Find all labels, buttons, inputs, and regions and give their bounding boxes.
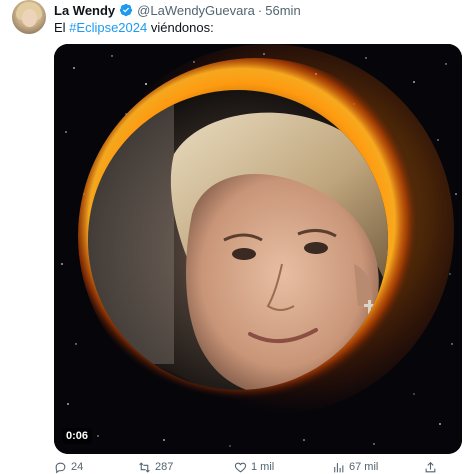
- like-count: 1 mil: [251, 461, 275, 473]
- separator-dot: ·: [257, 2, 263, 18]
- like-button[interactable]: 1 mil: [234, 461, 274, 474]
- avatar-face: [22, 9, 37, 27]
- reply-count: 24: [71, 461, 84, 473]
- video-player[interactable]: 0:06: [54, 44, 462, 454]
- retweet-icon: [139, 461, 150, 473]
- eclipse-video-frame: [54, 44, 462, 454]
- avatar[interactable]: [12, 0, 46, 34]
- retweet-count: 287: [155, 461, 174, 473]
- timestamp[interactable]: 56min: [265, 3, 300, 18]
- author-handle[interactable]: @LaWendyGuevara: [137, 3, 255, 18]
- heart-icon: [234, 462, 247, 472]
- video-duration: 0:06: [62, 428, 93, 444]
- retweet-button[interactable]: 287: [138, 461, 173, 474]
- action-bar: 24 287 1 mil 67 mil: [54, 460, 464, 474]
- verified-badge-icon: [120, 3, 133, 17]
- tweet-text: El #Eclipse2024 viéndonos:: [54, 20, 214, 35]
- reply-icon: [55, 462, 66, 473]
- reply-button[interactable]: 24: [54, 461, 83, 474]
- share-icon: [425, 461, 436, 472]
- views-count: 67 mil: [349, 461, 379, 473]
- share-button[interactable]: [424, 461, 441, 474]
- author-name[interactable]: La Wendy: [54, 3, 115, 18]
- hashtag-link[interactable]: #Eclipse2024: [69, 20, 147, 35]
- views-button[interactable]: 67 mil: [332, 461, 378, 474]
- tweet-text-after: viéndonos:: [147, 20, 214, 35]
- views-chart-icon: [334, 462, 344, 472]
- tweet-header: La Wendy @LaWendyGuevara · 56min: [54, 2, 301, 18]
- tweet: La Wendy @LaWendyGuevara · 56min El #Ecl…: [0, 0, 474, 474]
- tweet-text-before: El: [54, 20, 70, 35]
